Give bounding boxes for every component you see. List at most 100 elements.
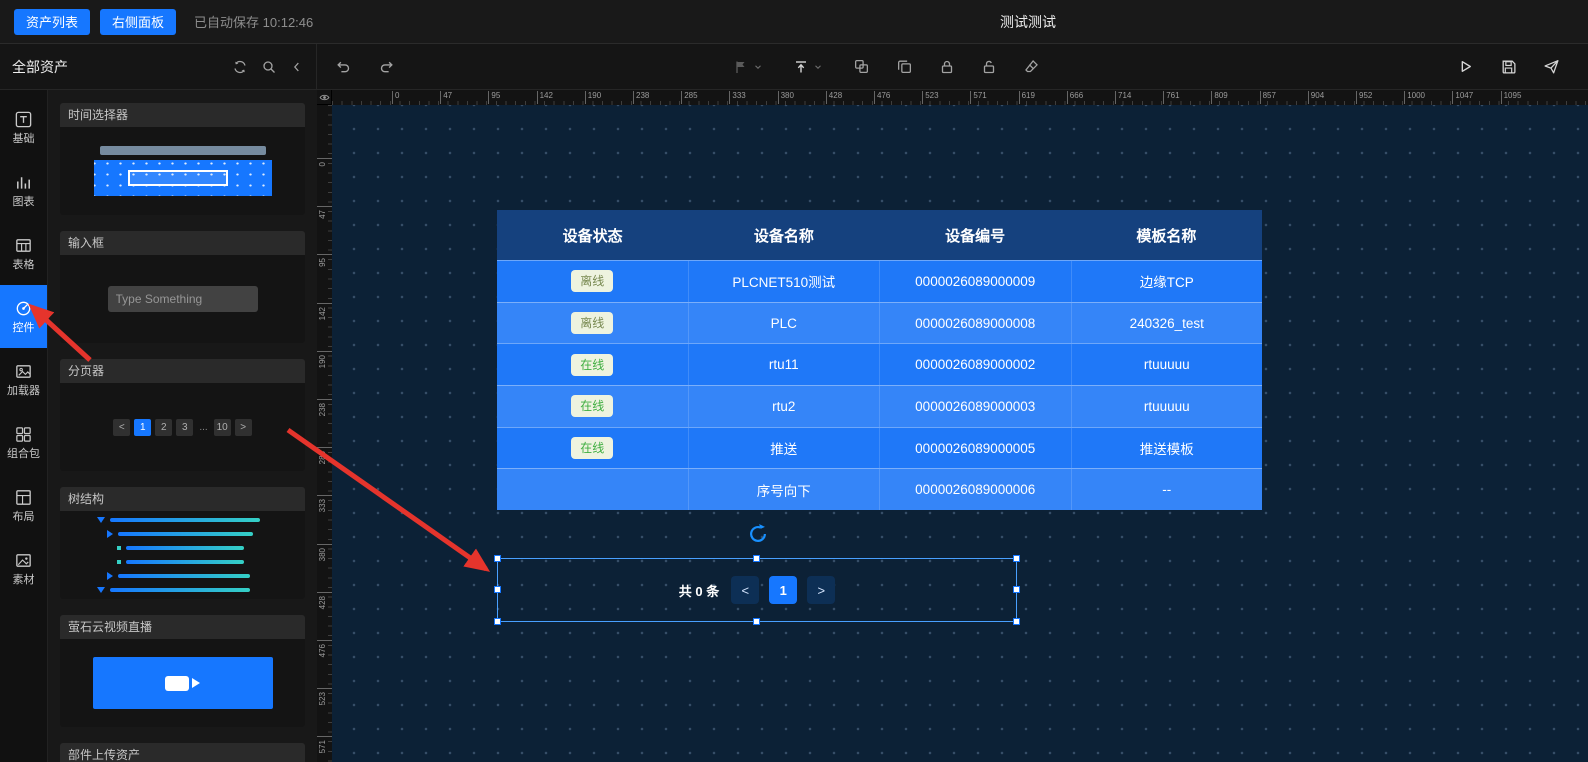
selection-handle-middle-left[interactable] (494, 586, 501, 593)
pagination-thumbnail: < 1 2 3 ... 10 > (113, 419, 251, 436)
datepicker-selection-outline (128, 170, 228, 186)
rail-item-tables[interactable]: 表格 (0, 222, 47, 285)
preview-play-button[interactable] (1457, 58, 1474, 75)
canvas[interactable]: 设备状态 设备名称 设备编号 模板名称 离线 PLCNET510测试 00000… (332, 105, 1588, 762)
rail-item-basic[interactable]: 基础 (0, 96, 47, 159)
publish-send-button[interactable] (1543, 58, 1560, 75)
widget-card-title: 萤石云视频直播 (60, 615, 305, 639)
widget-card-title: 分页器 (60, 359, 305, 383)
collapse-panel-icon[interactable] (290, 60, 304, 74)
package-grid-icon (14, 425, 33, 444)
h-ruler-tick: 904 (1308, 91, 1324, 104)
status-cell (497, 469, 688, 510)
eraser-icon[interactable] (1023, 58, 1040, 75)
v-ruler-tick: 142 (317, 303, 332, 304)
preview-page-10: 10 (214, 419, 231, 436)
h-ruler-tick: 428 (826, 91, 842, 104)
v-ruler-tick: 428 (317, 592, 332, 593)
v-ruler: 04795142190238285333380428476523571 (317, 105, 332, 762)
h-ruler-tick: 333 (729, 91, 745, 104)
eye-icon[interactable] (319, 92, 330, 103)
preview-ellipsis: ... (197, 419, 209, 436)
component-refresh-button[interactable] (746, 523, 770, 547)
h-ruler-tick: 619 (1019, 91, 1035, 104)
h-ruler: 0479514219023828533338042847652357161966… (332, 90, 1588, 105)
rail-item-charts[interactable]: 图表 (0, 159, 47, 222)
asset-panel-title: 全部资产 (12, 57, 68, 77)
selection-handle-bottom-middle[interactable] (753, 618, 760, 625)
device-name-cell: 序号向下 (688, 469, 880, 510)
redo-button[interactable] (378, 58, 395, 75)
widget-card-clipped[interactable]: 部件上传资产 (60, 743, 305, 762)
undo-button[interactable] (335, 58, 352, 75)
pagination-preview: < 1 2 3 ... 10 > (60, 383, 305, 471)
template-name-cell: rtuuuuu (1071, 344, 1263, 385)
align-top-button[interactable] (793, 59, 823, 75)
widget-card-datepicker[interactable]: 时间选择器 (60, 103, 305, 215)
rail-item-packages[interactable]: 组合包 (0, 411, 47, 474)
widget-panel: 时间选择器 输入框 分页器 < 1 2 (48, 90, 317, 762)
selection-handle-middle-right[interactable] (1013, 586, 1020, 593)
component-rail: 基础 图表 表格 控件 加载器 组合包 布局 素材 (0, 90, 48, 762)
rail-item-label: 表格 (13, 260, 35, 271)
flag-marker-button[interactable] (733, 59, 763, 75)
tree-bullet (117, 546, 121, 550)
rail-item-label: 控件 (13, 323, 35, 334)
right-panel-button[interactable]: 右侧面板 (100, 9, 176, 35)
h-ruler-tick: 857 (1260, 91, 1276, 104)
copy-button[interactable] (896, 58, 913, 75)
selection-handle-bottom-left[interactable] (494, 618, 501, 625)
selection-handle-top-left[interactable] (494, 555, 501, 562)
status-badge: 离线 (571, 312, 613, 334)
widget-card-video[interactable]: 萤石云视频直播 (60, 615, 305, 727)
pager-prev-button[interactable]: < (731, 576, 759, 604)
tree-thumbnail (97, 517, 269, 593)
template-name-cell: 240326_test (1071, 303, 1263, 344)
pager-page-1-button[interactable]: 1 (769, 576, 797, 604)
template-name-cell: 推送模板 (1071, 428, 1263, 469)
device-name-cell: PLC (688, 303, 880, 344)
rail-item-controls[interactable]: 控件 (0, 285, 47, 348)
preview-prev-button: < (113, 419, 130, 436)
search-icon[interactable] (261, 59, 277, 75)
datepicker-thumbnail (94, 146, 272, 196)
video-preview (60, 639, 305, 727)
lock-icon[interactable] (939, 59, 955, 75)
h-ruler-tick: 142 (537, 91, 553, 104)
asset-list-button[interactable]: 资产列表 (14, 9, 90, 35)
widget-card-pagination[interactable]: 分页器 < 1 2 3 ... 10 > (60, 359, 305, 471)
h-ruler-tick: 47 (440, 91, 452, 104)
document-title: 测试测试 (1000, 12, 1056, 32)
selection-handle-top-middle[interactable] (753, 555, 760, 562)
widget-card-title: 输入框 (60, 231, 305, 255)
pagination-component-selected[interactable]: 共 0 条 < 1 > (497, 558, 1017, 622)
pager-next-button[interactable]: > (807, 576, 835, 604)
datepicker-input-bar (100, 146, 266, 155)
sync-assets-icon[interactable] (232, 59, 248, 75)
rail-item-materials[interactable]: 素材 (0, 537, 47, 600)
selection-handle-bottom-right[interactable] (1013, 618, 1020, 625)
tree-preview (60, 511, 305, 599)
app-root: 资产列表 右侧面板 已自动保存 10:12:46 测试测试 全部资产 (0, 0, 1588, 762)
input-preview-field (108, 286, 258, 312)
v-ruler-tick: 47 (317, 206, 332, 207)
template-name-cell: 边缘TCP (1071, 261, 1263, 302)
widget-card-tree[interactable]: 树结构 (60, 487, 305, 599)
table-row: 离线 PLCNET510测试 0000026089000009 边缘TCP (497, 260, 1262, 302)
v-ruler-tick: 238 (317, 399, 332, 400)
group-button[interactable] (853, 58, 870, 75)
unlock-icon[interactable] (981, 59, 997, 75)
device-code-cell: 0000026089000009 (879, 261, 1071, 302)
column-header-code: 设备编号 (880, 210, 1071, 260)
device-name-cell: 推送 (688, 428, 880, 469)
v-ruler-tick: 285 (317, 447, 332, 448)
table-row: 在线 rtu11 0000026089000002 rtuuuuu (497, 343, 1262, 385)
save-button[interactable] (1500, 58, 1517, 75)
rail-item-layout[interactable]: 布局 (0, 474, 47, 537)
selection-handle-top-right[interactable] (1013, 555, 1020, 562)
rail-item-loaders[interactable]: 加载器 (0, 348, 47, 411)
device-table-component[interactable]: 设备状态 设备名称 设备编号 模板名称 离线 PLCNET510测试 00000… (497, 210, 1262, 510)
h-ruler-tick: 1095 (1501, 91, 1522, 104)
widget-card-input[interactable]: 输入框 (60, 231, 305, 343)
v-ruler-tick: 190 (317, 351, 332, 352)
